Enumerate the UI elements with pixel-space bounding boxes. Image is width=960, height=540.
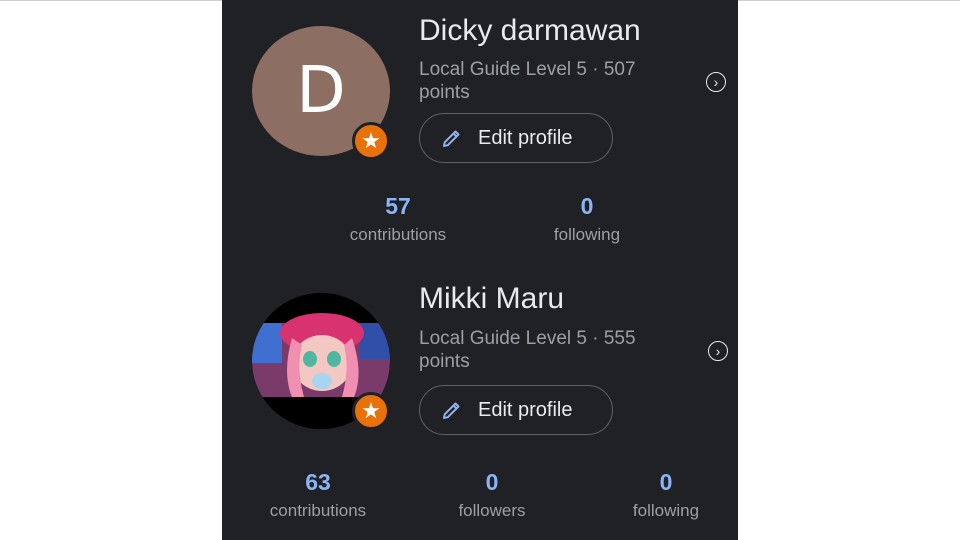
stat-label: contributions bbox=[349, 225, 447, 244]
pencil-icon bbox=[443, 130, 460, 147]
profile-name[interactable]: Dicky darmawan bbox=[419, 14, 641, 48]
stat-value: 57 bbox=[385, 193, 411, 219]
chevron-right-icon[interactable]: › bbox=[708, 341, 728, 361]
local-guide-level: Local Guide Level 5 · 507 points bbox=[419, 59, 636, 103]
profiles-panel: D ★ Dicky darmawan Local Guide Level 5 ·… bbox=[222, 0, 738, 540]
stat-value: 63 bbox=[305, 469, 331, 495]
stat-following[interactable]: 0 following bbox=[596, 467, 736, 521]
local-guide-star-icon: ★ bbox=[352, 392, 390, 430]
stat-value: 0 bbox=[659, 469, 673, 495]
stat-contributions[interactable]: 63 contributions bbox=[248, 467, 388, 521]
stat-value: 0 bbox=[485, 469, 499, 495]
edit-profile-label: Edit profile bbox=[478, 126, 573, 149]
profile-card-1: D ★ Dicky darmawan Local Guide Level 5 ·… bbox=[222, 0, 738, 268]
profile-card-2: ★ Mikki Maru Local Guide Level 5 · 555 p… bbox=[222, 268, 738, 540]
edit-profile-button[interactable]: Edit profile bbox=[419, 385, 613, 435]
profile-name[interactable]: Mikki Maru bbox=[419, 282, 564, 316]
local-guide-level: Local Guide Level 5 · 555 points bbox=[419, 328, 636, 372]
stat-label: following bbox=[632, 501, 700, 520]
avatar-letter: D bbox=[296, 54, 346, 128]
stat-following[interactable]: 0 following bbox=[517, 191, 657, 245]
pencil-icon bbox=[443, 402, 460, 419]
chevron-right-icon[interactable]: › bbox=[706, 72, 726, 92]
stat-label: contributions bbox=[269, 501, 367, 520]
edit-profile-label: Edit profile bbox=[478, 398, 573, 421]
stat-followers[interactable]: 0 followers bbox=[422, 467, 562, 521]
stat-label: followers bbox=[458, 501, 526, 520]
edit-profile-button[interactable]: Edit profile bbox=[419, 113, 613, 163]
stat-contributions[interactable]: 57 contributions bbox=[328, 191, 468, 245]
stat-value: 0 bbox=[580, 193, 594, 219]
local-guide-star-icon: ★ bbox=[352, 122, 390, 160]
stat-label: following bbox=[553, 225, 621, 244]
